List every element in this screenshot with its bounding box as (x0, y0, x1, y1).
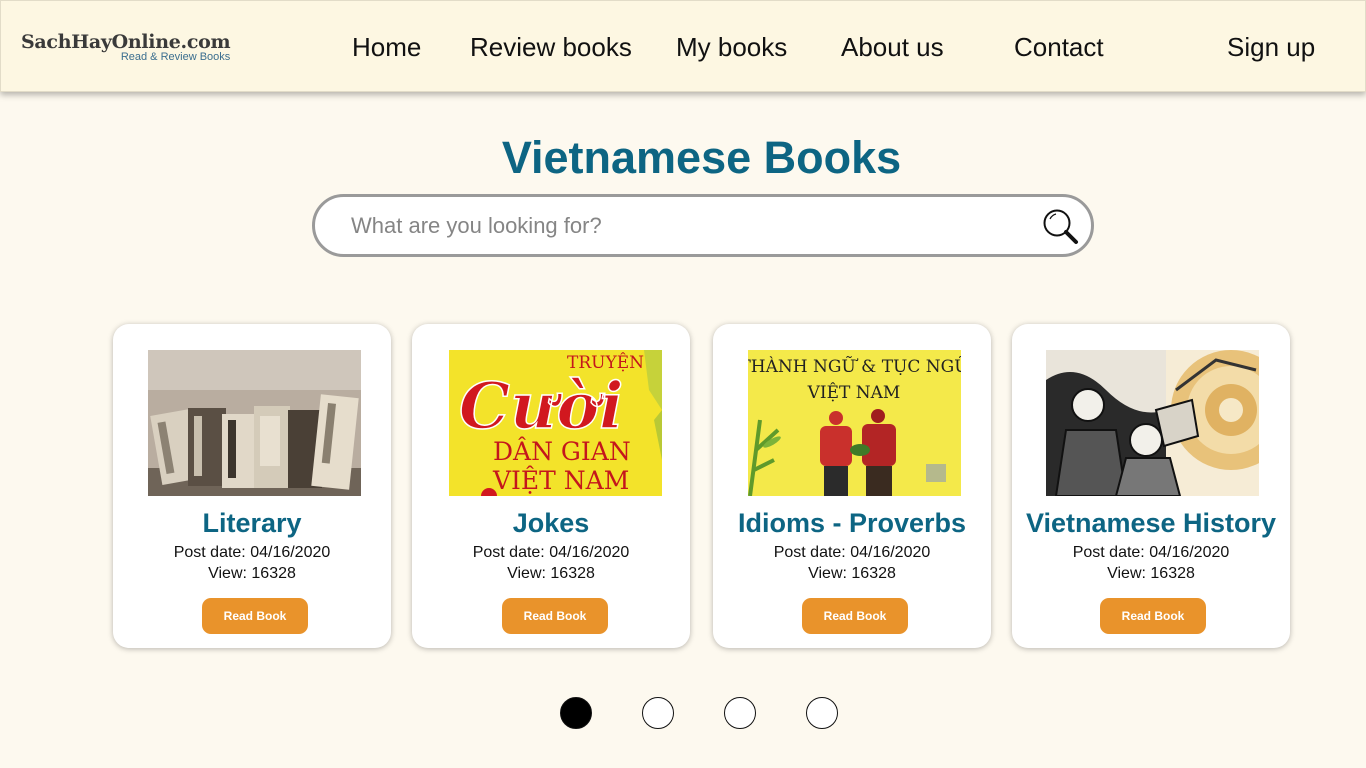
cover-title-large: Cười (459, 369, 623, 444)
book-card-post-date: Post date: 04/16/2020 (773, 544, 931, 561)
logo-main-text: SachHayOnline.com (21, 31, 231, 53)
pagination-dot-4[interactable] (806, 697, 838, 729)
book-cover-image: THÀNH NGỮ & TỤC NGỮ VIỆT NAM (748, 350, 961, 496)
book-card-post-date: Post date: 04/16/2020 (472, 544, 630, 561)
book-card-views: View: 16328 (208, 565, 296, 582)
book-card-vietnamese-history: Vietnamese History Post date: 04/16/2020… (1012, 324, 1290, 648)
page-title: Vietnamese Books (501, 132, 902, 183)
pagination-dot-1[interactable] (560, 697, 592, 729)
nav-my-books[interactable]: My books (676, 31, 787, 63)
book-card-idioms-proverbs: THÀNH NGỮ & TỤC NGỮ VIỆT NAM Idioms - Pr… (713, 324, 991, 648)
read-book-button[interactable]: Read Book (802, 598, 908, 634)
read-book-button[interactable]: Read Book (1100, 598, 1206, 634)
book-card-views: View: 16328 (1107, 565, 1195, 582)
book-card-title: Idioms - Proverbs (737, 508, 967, 538)
book-card-views: View: 16328 (507, 565, 595, 582)
nav-home[interactable]: Home (352, 31, 421, 63)
book-card-literary: Literary Post date: 04/16/2020 View: 163… (113, 324, 391, 648)
book-card-jokes: TRUYỆN Cười DÂN GIAN VIỆT NAM Jokes Post… (412, 324, 690, 648)
read-book-button[interactable]: Read Book (502, 598, 608, 634)
book-card-title: Literary (202, 508, 302, 538)
cover-line-2: VIỆT NAM (492, 466, 629, 495)
search-input[interactable] (349, 205, 1013, 247)
magnifier-icon[interactable] (1042, 208, 1080, 246)
cover-title-2: VIỆT NAM (807, 383, 901, 403)
book-card-title: Jokes (512, 508, 590, 538)
pagination-dot-3[interactable] (724, 697, 756, 729)
cover-line-1: DÂN GIAN (493, 437, 631, 466)
read-book-button[interactable]: Read Book (202, 598, 308, 634)
site-logo[interactable]: SachHayOnline.com Read & Review Books (21, 31, 231, 63)
nav-review-books[interactable]: Review books (470, 31, 632, 63)
book-card-post-date: Post date: 04/16/2020 (173, 544, 331, 561)
top-navbar: SachHayOnline.com Read & Review Books Ho… (0, 0, 1366, 92)
book-card-views: View: 16328 (808, 565, 896, 582)
book-cover-image: TRUYỆN Cười DÂN GIAN VIỆT NAM (449, 350, 662, 496)
book-cover-image (148, 350, 361, 496)
sign-up-link[interactable]: Sign up (1227, 31, 1315, 63)
logo-tagline: Read & Review Books (120, 51, 231, 63)
nav-about-us[interactable]: About us (841, 31, 944, 63)
nav-contact[interactable]: Contact (1014, 31, 1104, 63)
pagination-dot-2[interactable] (642, 697, 674, 729)
cover-title-1: THÀNH NGỮ & TỤC NGỮ (748, 356, 961, 377)
book-card-title: Vietnamese History (1025, 508, 1277, 538)
book-cover-image (1046, 350, 1259, 496)
search-bar (312, 194, 1094, 257)
book-card-post-date: Post date: 04/16/2020 (1072, 544, 1230, 561)
